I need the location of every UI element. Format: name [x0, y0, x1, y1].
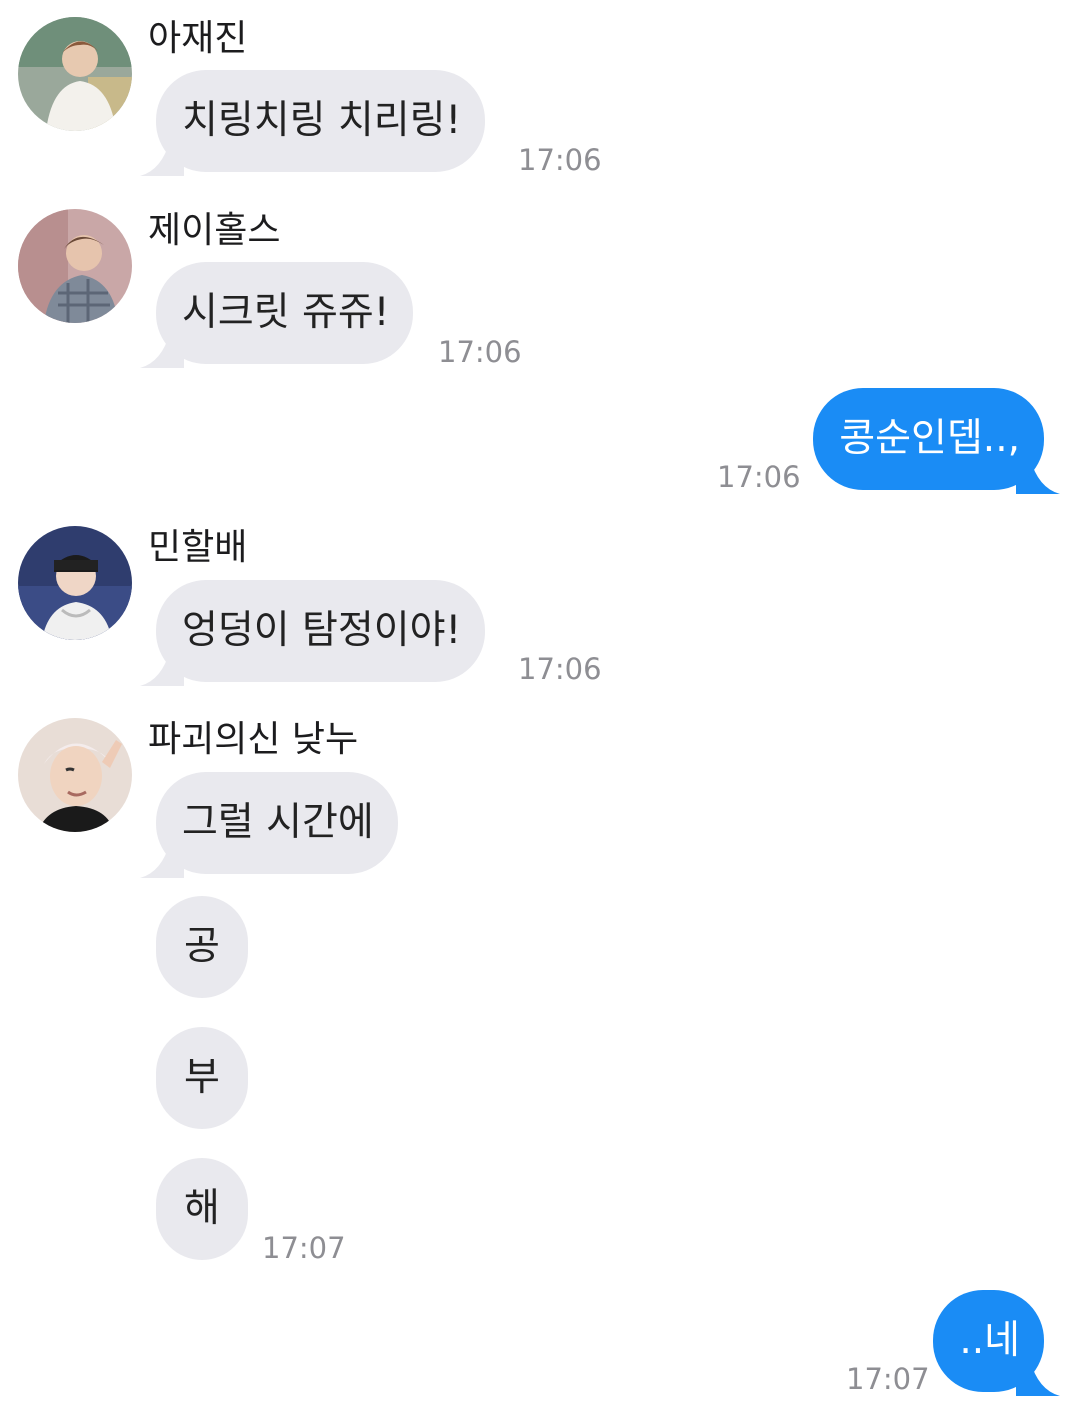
- message-bubble[interactable]: 부: [156, 1027, 248, 1129]
- message-bubble-outgoing[interactable]: 콩순인뎁..,: [813, 388, 1044, 490]
- profile-photo-icon: [18, 718, 132, 832]
- sender-name: 민할배: [148, 527, 248, 568]
- message-bubble-outgoing[interactable]: ..네: [933, 1290, 1044, 1392]
- message-bubble[interactable]: 공: [156, 896, 248, 998]
- message-bubble[interactable]: 시크릿 쥬쥬!: [156, 262, 414, 364]
- message-timestamp: 17:06: [717, 460, 801, 494]
- message-bubble[interactable]: 그럴 시간에: [156, 772, 398, 874]
- avatar-ajaejin[interactable]: [18, 17, 132, 131]
- sender-name: 제이홀스: [148, 210, 281, 251]
- message-bubble[interactable]: 치링치링 치리링!: [156, 70, 486, 172]
- avatar-minhalbae[interactable]: [18, 526, 132, 640]
- message-timestamp: 17:06: [518, 143, 602, 177]
- message-bubble[interactable]: 엉덩이 탐정이야!: [156, 580, 486, 682]
- message-timestamp: 17:06: [438, 335, 522, 369]
- profile-photo-icon: [18, 209, 132, 323]
- sender-name: 파괴의신 낮누: [148, 719, 359, 760]
- profile-photo-icon: [18, 526, 132, 640]
- avatar-pagoe[interactable]: [18, 718, 132, 832]
- profile-photo-icon: [18, 17, 132, 131]
- message-timestamp: 17:06: [518, 652, 602, 686]
- message-bubble[interactable]: 해: [156, 1158, 248, 1260]
- message-timestamp: 17:07: [262, 1231, 346, 1265]
- avatar-jayhorse[interactable]: [18, 209, 132, 323]
- message-timestamp: 17:07: [846, 1362, 930, 1396]
- sender-name: 아재진: [148, 18, 248, 59]
